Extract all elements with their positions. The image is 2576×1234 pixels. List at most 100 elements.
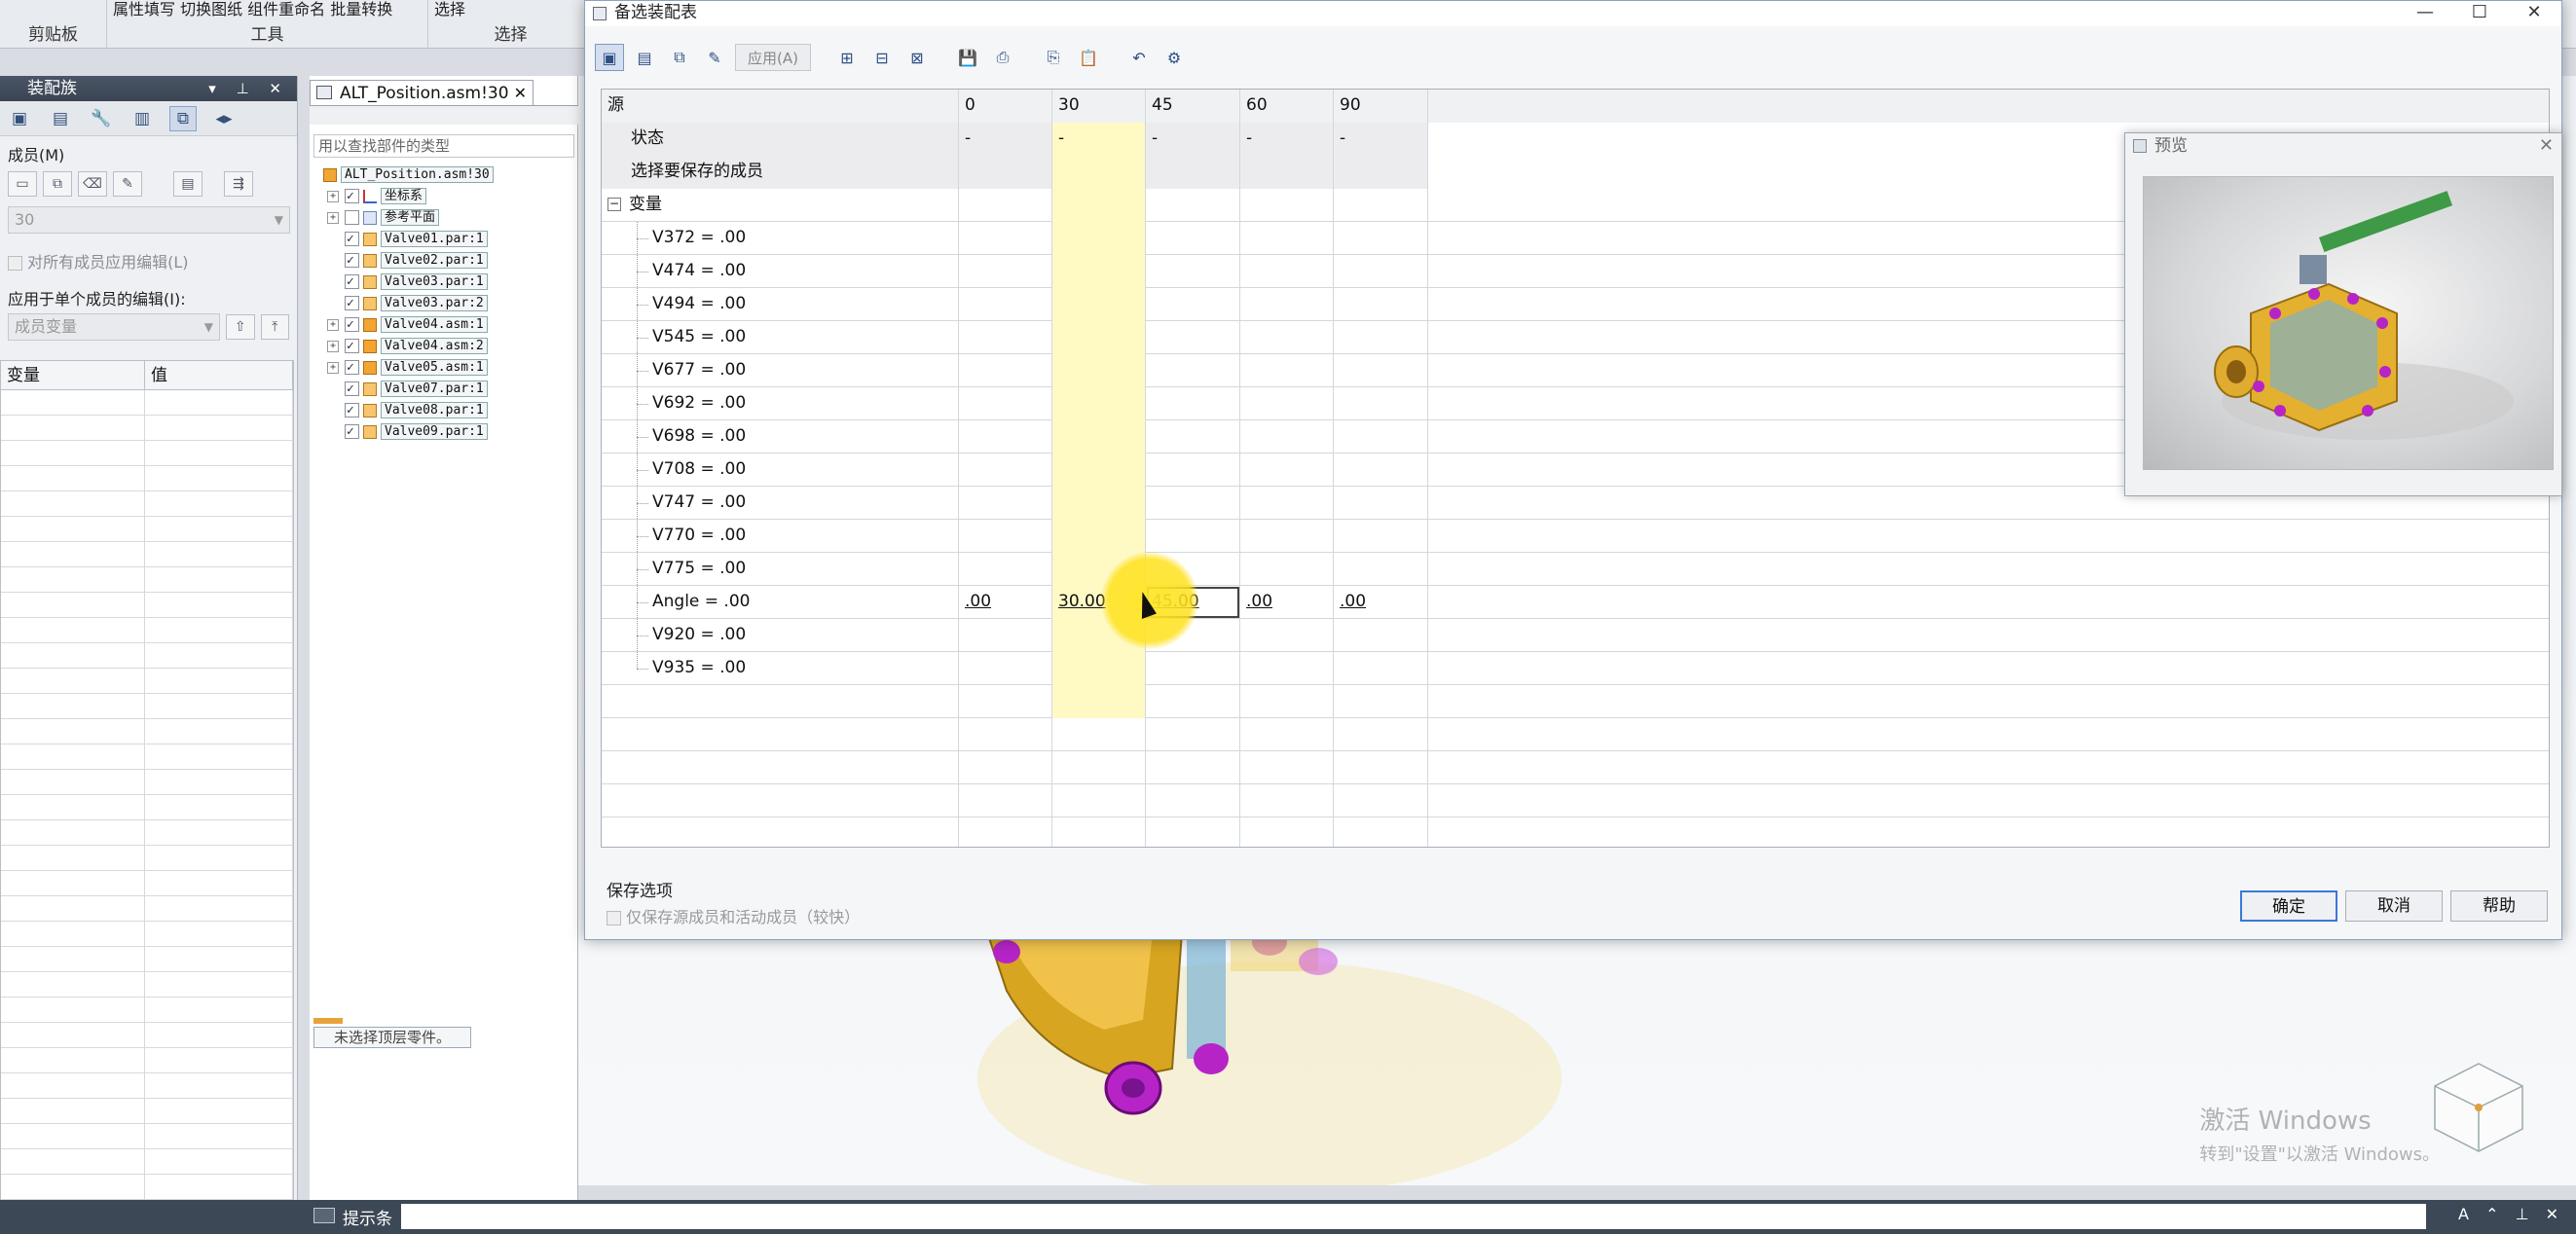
tree-item-checkbox[interactable] <box>345 272 359 292</box>
variable-value-cell[interactable] <box>959 321 1052 354</box>
tree-item-checkbox[interactable] <box>345 230 359 249</box>
expand-icon[interactable]: + <box>327 340 339 352</box>
tree-item[interactable]: Valve07.par:1 <box>327 380 488 399</box>
insert-member-icon[interactable]: ▤ <box>630 44 659 71</box>
member-select[interactable]: 30 ▼ <box>8 206 290 234</box>
variable-value-cell[interactable] <box>1334 222 1428 255</box>
variable-value-cell[interactable] <box>1240 520 1334 553</box>
expand-icon[interactable]: + <box>327 211 339 224</box>
more-tabs-icon[interactable]: ◂▸ <box>210 106 238 131</box>
tree-item[interactable]: + 坐标系 <box>327 187 427 206</box>
variable-value-cell[interactable] <box>1146 321 1240 354</box>
variable-value-cell[interactable] <box>959 222 1052 255</box>
variable-value-cell[interactable] <box>1240 222 1334 255</box>
variable-value-cell[interactable] <box>1146 354 1240 387</box>
variable-value-cell[interactable] <box>1052 321 1146 354</box>
member-table-button[interactable]: ▤ <box>173 171 202 197</box>
variable-value-cell[interactable] <box>1334 255 1428 288</box>
add-row-icon[interactable]: ⊞ <box>832 44 862 71</box>
variable-value-cell[interactable] <box>1334 321 1428 354</box>
copy-icon[interactable]: ⎘ <box>1039 44 1068 71</box>
tree-item[interactable]: + 参考平面 <box>327 208 440 228</box>
wrench-tab-icon[interactable]: 🔧 <box>88 106 115 131</box>
help-button[interactable]: 帮助 <box>2450 890 2548 922</box>
edit-member-icon[interactable]: ✎ <box>700 44 729 71</box>
delete-member-button[interactable]: ⌫ <box>78 171 107 197</box>
variable-value-cell[interactable] <box>959 619 1052 652</box>
variable-value-cell[interactable] <box>1146 487 1240 520</box>
variable-value-cell[interactable]: .00 <box>959 586 1052 619</box>
variable-value-cell[interactable] <box>959 520 1052 553</box>
select-member-cell[interactable] <box>1334 156 1428 189</box>
variable-value-cell[interactable] <box>1240 553 1334 586</box>
tree-item[interactable]: Valve03.par:1 <box>327 272 488 292</box>
variable-value-cell[interactable] <box>1240 420 1334 454</box>
copy-member-icon[interactable]: ⧉ <box>665 44 694 71</box>
close-icon[interactable]: ✕ <box>2507 1 2561 26</box>
variable-value-cell[interactable] <box>1052 255 1146 288</box>
member-45-header[interactable]: 45 <box>1146 90 1240 123</box>
populate-button[interactable]: ⇶ <box>224 171 253 197</box>
variable-value-cell[interactable] <box>1146 387 1240 420</box>
select-member-cell[interactable] <box>1146 156 1240 189</box>
variable-value-cell[interactable] <box>1240 652 1334 685</box>
tree-item-checkbox[interactable] <box>345 422 359 442</box>
apply-all-checkbox[interactable] <box>8 256 22 271</box>
variable-value-cell[interactable] <box>959 487 1052 520</box>
tree-item[interactable]: Valve02.par:1 <box>327 251 488 271</box>
member-90-header[interactable]: 90 <box>1334 90 1428 123</box>
layers-tab-icon[interactable]: ▤ <box>47 106 74 131</box>
add-member-icon[interactable]: ▣ <box>595 44 624 71</box>
prompt-bar-controls-icon[interactable]: A ⌃ ⊥ ✕ <box>2458 1205 2564 1223</box>
variable-value-cell[interactable] <box>1052 354 1146 387</box>
expand-icon[interactable]: + <box>327 361 339 374</box>
variable-value-cell[interactable] <box>959 255 1052 288</box>
variable-value-cell[interactable] <box>1240 487 1334 520</box>
variable-value-cell[interactable] <box>1146 420 1240 454</box>
copy-member-button[interactable]: ⧉ <box>43 171 72 197</box>
tree-item[interactable]: Valve03.par:2 <box>327 294 488 313</box>
parts-library-tab-icon[interactable]: ▥ <box>129 106 156 131</box>
variable-value-cell[interactable] <box>1052 222 1146 255</box>
variable-value-cell[interactable] <box>1334 652 1428 685</box>
tree-item-checkbox[interactable] <box>345 187 359 206</box>
expand-icon[interactable]: + <box>327 190 339 202</box>
move-up-button[interactable]: ⇧ <box>226 314 255 340</box>
variable-value-cell[interactable] <box>1052 288 1146 321</box>
member-0-header[interactable]: 0 <box>959 90 1052 123</box>
ribbon-tools-buttons[interactable]: 属性填写 切换图纸 组件重命名 批量转换 <box>113 0 422 19</box>
variable-value-cell[interactable] <box>1052 652 1146 685</box>
variable-value-cell[interactable] <box>959 553 1052 586</box>
variable-value-cell[interactable] <box>1334 288 1428 321</box>
variable-value-cell[interactable]: .00 <box>1240 586 1334 619</box>
ok-button[interactable]: 确定 <box>2240 890 2337 922</box>
tree-item[interactable]: Valve09.par:1 <box>327 422 488 442</box>
undo-icon[interactable]: ↶ <box>1124 44 1154 71</box>
variable-value-cell[interactable] <box>1334 553 1428 586</box>
minimize-icon[interactable]: — <box>2398 1 2452 26</box>
grid-options-icon[interactable]: ⊠ <box>902 44 932 71</box>
save-icon[interactable]: 💾 <box>953 44 982 71</box>
cancel-button[interactable]: 取消 <box>2345 890 2443 922</box>
edit-member-button[interactable]: ✎ <box>113 171 142 197</box>
variable-value-cell[interactable] <box>1240 454 1334 487</box>
select-member-cell[interactable] <box>1240 156 1334 189</box>
variable-value-cell[interactable] <box>959 387 1052 420</box>
apply-button[interactable]: 应用(A) <box>735 44 811 71</box>
tree-item-checkbox[interactable] <box>345 294 359 313</box>
tree-item-checkbox[interactable] <box>345 251 359 271</box>
variable-value-cell[interactable] <box>1334 420 1428 454</box>
variable-value-cell[interactable] <box>959 652 1052 685</box>
tree-item[interactable]: Valve08.par:1 <box>327 401 488 420</box>
variable-value-cell[interactable] <box>1052 387 1146 420</box>
variable-value-cell[interactable] <box>1052 487 1146 520</box>
member-30-header[interactable]: 30 <box>1052 90 1146 123</box>
variable-value-cell[interactable] <box>1240 321 1334 354</box>
tree-item-checkbox[interactable] <box>345 337 359 356</box>
variable-value-cell[interactable] <box>1052 420 1146 454</box>
variable-value-cell[interactable] <box>1334 619 1428 652</box>
tree-item-checkbox[interactable] <box>345 315 359 335</box>
tree-root[interactable]: ALT_Position.asm!30 <box>319 165 494 185</box>
variable-value-cell[interactable] <box>1240 619 1334 652</box>
variable-value-cell[interactable] <box>959 288 1052 321</box>
